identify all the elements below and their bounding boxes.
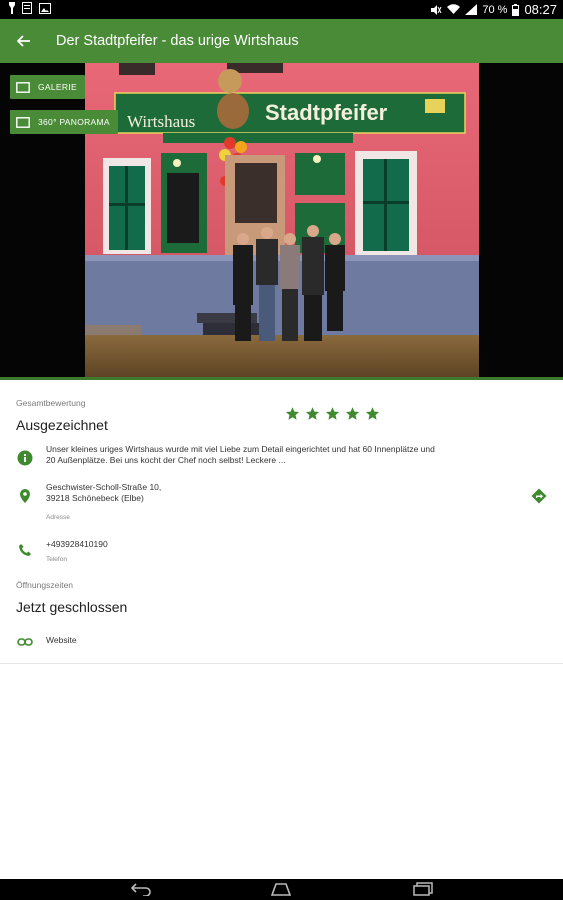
rating-label: Gesamtbewertung: [16, 398, 86, 408]
address[interactable]: Geschwister-Scholl-Straße 10, 39218 Schö…: [46, 482, 161, 504]
description-line-2: 20 Außenplätze. Bei uns kocht der Chef n…: [46, 455, 286, 465]
phone-icon: [19, 544, 31, 556]
website-link[interactable]: Website: [46, 635, 77, 646]
file-icon: [22, 2, 32, 14]
content-divider: [0, 663, 563, 664]
recents-nav-icon[interactable]: [412, 882, 434, 896]
hero-divider: [0, 377, 563, 380]
panorama-button[interactable]: 360° PANORAMA: [10, 110, 118, 134]
description: Unser kleines uriges Wirtshaus wurde mit…: [46, 444, 435, 466]
navigation-bar: [0, 879, 563, 900]
address-line-2: 39218 Schönebeck (Elbe): [46, 493, 144, 503]
back-nav-icon[interactable]: [130, 882, 152, 896]
gallery-icon: [16, 81, 30, 93]
phone-caption: Telefon: [46, 556, 67, 563]
photo-sign-text: Stadtpfeifer: [265, 100, 388, 125]
notification-icons: [8, 2, 51, 14]
star-icon: [325, 407, 340, 420]
location-pin-icon: [20, 489, 30, 503]
arrow-back-icon: [17, 35, 30, 47]
image-icon: [39, 2, 51, 14]
back-button[interactable]: [0, 19, 48, 63]
app-toolbar: Der Stadtpfeifer - das urige Wirtshaus: [0, 19, 563, 63]
rating-stars: [285, 406, 380, 421]
hero-image: Wirtshaus Stadtpfeifer GALERIE 360° PANO…: [0, 63, 563, 377]
address-line-1: Geschwister-Scholl-Straße 10,: [46, 482, 162, 492]
description-line-1: Unser kleines uriges Wirtshaus wurde mit…: [46, 444, 435, 454]
star-icon: [345, 407, 360, 420]
screen: 70 % 08:27 Der Stadtpfeifer - das urige …: [0, 0, 563, 900]
battery-icon: [512, 3, 520, 16]
home-nav-icon[interactable]: [270, 882, 292, 896]
directions-icon[interactable]: [531, 488, 547, 504]
flashlight-icon: [9, 2, 15, 14]
restaurant-photo[interactable]: Wirtshaus Stadtpfeifer: [85, 63, 479, 377]
hours-status: Jetzt geschlossen: [16, 599, 128, 615]
mute-icon: [431, 4, 442, 15]
star-icon: [285, 407, 300, 420]
system-icons: 70 % 08:27: [430, 2, 557, 17]
photo-sign-script: Wirtshaus: [127, 112, 195, 131]
battery-percent: 70 %: [482, 3, 508, 16]
panorama-label: 360° PANORAMA: [38, 117, 110, 127]
address-caption: Adresse: [46, 514, 70, 521]
signal-icon: [465, 4, 478, 15]
panorama-icon: [16, 116, 30, 128]
star-icon: [365, 407, 380, 420]
clock: 08:27: [524, 2, 557, 17]
page-title: Der Stadtpfeifer - das urige Wirtshaus: [56, 33, 299, 49]
status-bar: 70 % 08:27: [0, 0, 563, 19]
galerie-label: GALERIE: [38, 82, 77, 92]
hours-label: Öffnungszeiten: [16, 580, 74, 590]
star-icon: [305, 407, 320, 420]
link-icon: [17, 638, 33, 646]
galerie-button[interactable]: GALERIE: [10, 75, 85, 99]
rating-value: Ausgezeichnet: [16, 417, 108, 433]
phone-number[interactable]: +493928410190: [46, 539, 108, 550]
info-icon: [17, 450, 33, 466]
wifi-icon: [447, 4, 461, 14]
